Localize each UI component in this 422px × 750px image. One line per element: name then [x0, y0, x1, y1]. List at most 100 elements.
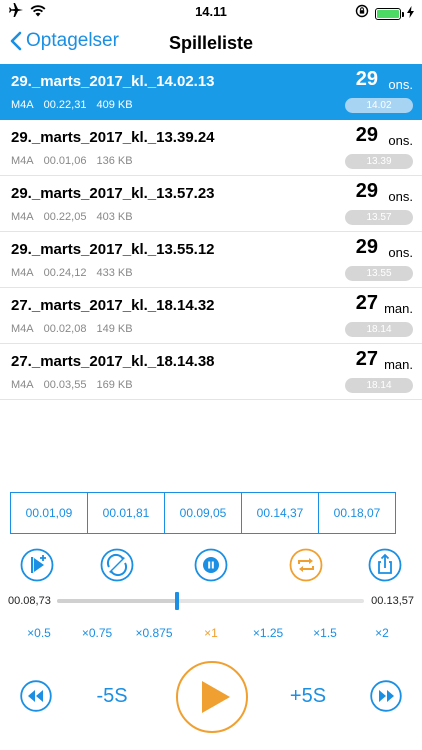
recording-meta: M4A 00.03,55 169 KB [11, 379, 133, 391]
speed-option[interactable]: ×1 [204, 626, 218, 640]
repeat-icon [289, 548, 323, 582]
play-icon [176, 661, 248, 733]
recording-format: M4A [11, 155, 34, 167]
recording-row[interactable]: 27._marts_2017_kl._18.14.38 M4A 00.03,55 16… [0, 344, 422, 400]
recording-format: M4A [11, 99, 34, 111]
record-icon [194, 548, 228, 582]
remaining-time: 00.13,57 [371, 595, 414, 607]
recording-size: 149 KB [96, 323, 133, 335]
speed-option[interactable]: ×1.5 [313, 626, 337, 640]
recording-row[interactable]: 29._marts_2017_kl._13.57.23 M4A 00.22,05 40… [0, 176, 422, 232]
recording-duration: 00.24,12 [43, 267, 87, 279]
recording-duration: 00.01,06 [43, 155, 87, 167]
recording-row[interactable]: 29._marts_2017_kl._13.39.24 M4A 00.01,06 13… [0, 120, 422, 176]
marker-button[interactable]: 00.01,09 [10, 492, 88, 534]
recording-time-badge: 13.55 [345, 266, 413, 281]
share-button[interactable] [368, 548, 402, 582]
recording-name: 29._marts_2017_kl._13.39.24 [11, 129, 215, 146]
rotate-button[interactable] [100, 548, 134, 582]
elapsed-time: 00.08,73 [8, 595, 51, 607]
rotate-icon [100, 548, 134, 582]
recording-name: 29._marts_2017_kl._14.02.13 [11, 73, 215, 90]
repeat-button[interactable] [289, 548, 323, 582]
recording-weekday: ons. [388, 245, 413, 260]
recordings-list: 29._marts_2017_kl._14.02.13 M4A 00.22,31 40… [0, 64, 422, 400]
toolbar [0, 548, 422, 582]
recording-size: 169 KB [96, 379, 133, 391]
recording-day: 29 [355, 68, 378, 90]
recording-day: 27 [355, 348, 378, 370]
playback-controls: -5S +5S [0, 658, 422, 738]
recording-time-badge: 14.02 [345, 98, 413, 113]
record-button[interactable] [194, 548, 228, 582]
recording-time-badge: 13.39 [345, 154, 413, 169]
progress-fill [57, 599, 177, 603]
share-icon [368, 548, 402, 582]
recording-format: M4A [11, 267, 34, 279]
recording-duration: 00.22,05 [43, 211, 87, 223]
marker-button[interactable]: 00.18,07 [318, 492, 396, 534]
recording-time-badge: 13.57 [345, 210, 413, 225]
recording-row[interactable]: 29._marts_2017_kl._14.02.13 M4A 00.22,31 40… [0, 64, 422, 120]
back-button-label: Optagelser [26, 30, 119, 51]
recording-time-badge: 18.14 [345, 322, 413, 337]
rewind-button[interactable] [20, 680, 52, 717]
recording-meta: M4A 00.22,31 409 KB [11, 99, 133, 111]
recording-weekday: ons. [388, 189, 413, 204]
speed-option[interactable]: ×0.5 [27, 626, 51, 640]
speed-option[interactable]: ×0.875 [135, 626, 172, 640]
recording-day: 29 [355, 124, 378, 146]
recording-meta: M4A 00.22,05 403 KB [11, 211, 133, 223]
skip-forward-button[interactable]: +5S [290, 685, 326, 708]
recording-day: 29 [355, 236, 378, 258]
fast-forward-button[interactable] [370, 680, 402, 717]
rotation-lock-icon [355, 4, 369, 23]
recording-name: 29._marts_2017_kl._13.57.23 [11, 185, 215, 202]
recording-size: 409 KB [96, 99, 133, 111]
recording-weekday: man. [384, 357, 413, 372]
recording-row[interactable]: 27._marts_2017_kl._18.14.32 M4A 00.02,08 14… [0, 288, 422, 344]
recording-format: M4A [11, 379, 34, 391]
recording-day: 27 [355, 292, 378, 314]
recording-weekday: man. [384, 301, 413, 316]
speed-option[interactable]: ×0.75 [82, 626, 112, 640]
battery-icon [375, 7, 404, 20]
recording-day: 29 [355, 180, 378, 202]
recording-size: 403 KB [96, 211, 133, 223]
recording-meta: M4A 00.24,12 433 KB [11, 267, 133, 279]
recording-size: 433 KB [96, 267, 133, 279]
recording-meta: M4A 00.01,06 136 KB [11, 155, 133, 167]
recording-row[interactable]: 29._marts_2017_kl._13.55.12 M4A 00.24,12 43… [0, 232, 422, 288]
skip-back-button[interactable]: -5S [96, 685, 127, 708]
recording-name: 27._marts_2017_kl._18.14.38 [11, 353, 215, 370]
recording-name: 29._marts_2017_kl._13.55.12 [11, 241, 215, 258]
marker-button[interactable]: 00.01,81 [87, 492, 165, 534]
recording-size: 136 KB [96, 155, 133, 167]
back-button[interactable]: Optagelser [10, 30, 119, 52]
add-marker-icon [20, 548, 54, 582]
speed-option[interactable]: ×1.25 [253, 626, 283, 640]
recording-duration: 00.02,08 [43, 323, 87, 335]
recording-weekday: ons. [388, 133, 413, 148]
recording-name: 27._marts_2017_kl._18.14.32 [11, 297, 215, 314]
add-marker-button[interactable] [20, 548, 54, 582]
speed-selector: ×0.5 ×0.75 ×0.875 ×1 ×1.25 ×1.5 ×2 [0, 626, 422, 644]
progress-scrubber: 00.08,73 00.13,57 [0, 590, 422, 612]
marker-bar: 00.01,09 00.01,81 00.09,05 00.14,37 00.18,07 [10, 492, 396, 534]
speed-option[interactable]: ×2 [375, 626, 389, 640]
recording-time-badge: 18.14 [345, 378, 413, 393]
recording-format: M4A [11, 323, 34, 335]
progress-track[interactable] [57, 592, 364, 610]
progress-thumb[interactable] [174, 592, 179, 610]
navigation-bar: Optagelser Spilleliste [0, 22, 422, 64]
marker-button[interactable]: 00.14,37 [241, 492, 319, 534]
rewind-icon [20, 680, 52, 712]
charging-icon [407, 5, 414, 23]
play-button[interactable] [175, 660, 249, 739]
status-bar: 14.11 [0, 0, 422, 22]
chevron-left-icon [10, 31, 22, 51]
marker-button[interactable]: 00.09,05 [164, 492, 242, 534]
recording-duration: 00.22,31 [43, 99, 87, 111]
recording-duration: 00.03,55 [43, 379, 87, 391]
recording-format: M4A [11, 211, 34, 223]
